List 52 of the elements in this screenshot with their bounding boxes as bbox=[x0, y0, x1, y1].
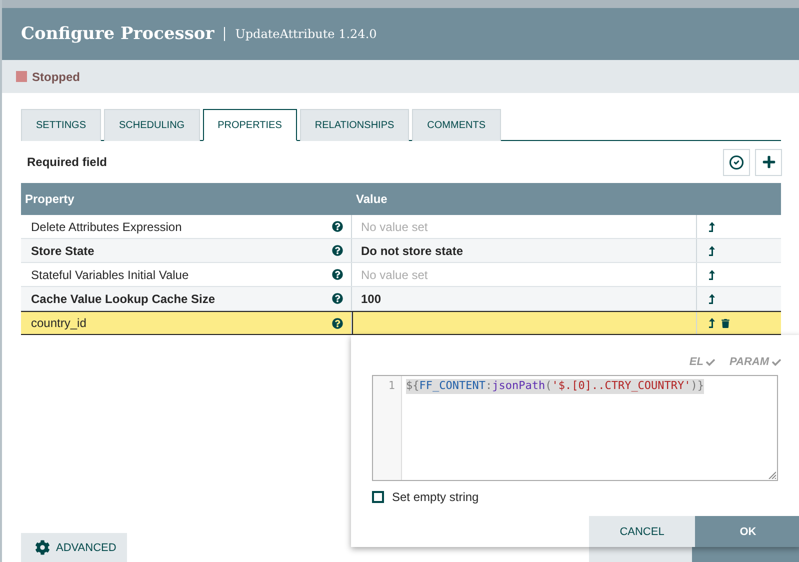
column-header: Value bbox=[355, 192, 388, 206]
help-icon[interactable] bbox=[332, 221, 343, 232]
arrow-icon[interactable] bbox=[709, 318, 715, 328]
verify-button[interactable] bbox=[723, 148, 750, 176]
required-field-note: Required field bbox=[26, 155, 108, 169]
property-name: Stateful Variables Initial Value bbox=[31, 268, 189, 282]
tab[interactable]: RELATIONSHIPS bbox=[300, 109, 410, 141]
tab[interactable]: COMMENTS bbox=[412, 109, 500, 141]
property-name: Cache Value Lookup Cache Size bbox=[31, 292, 216, 306]
dialog-title: Configure Processor bbox=[21, 24, 214, 44]
property-name: Store State bbox=[31, 244, 94, 258]
value-placeholder: No value set bbox=[361, 268, 428, 282]
flag-label: PARAM bbox=[729, 349, 781, 375]
tab[interactable]: SCHEDULING bbox=[104, 109, 200, 141]
arrow-icon[interactable] bbox=[709, 294, 715, 304]
help-icon[interactable] bbox=[332, 293, 343, 304]
property-value: 100 bbox=[361, 292, 382, 306]
tab[interactable]: PROPERTIES bbox=[202, 109, 297, 141]
advanced-button[interactable]: ADVANCED bbox=[21, 533, 127, 562]
check-icon bbox=[706, 358, 716, 366]
property-row[interactable]: country_id bbox=[21, 311, 781, 335]
arrow-icon[interactable] bbox=[709, 222, 715, 232]
help-icon[interactable] bbox=[332, 318, 343, 328]
cancel-button[interactable]: CANCEL bbox=[589, 516, 695, 547]
property-row[interactable]: Cache Value Lookup Cache Size 100 bbox=[21, 287, 781, 311]
check-circle-icon bbox=[729, 154, 744, 170]
property-value: Do not store state bbox=[361, 244, 464, 258]
property-name: country_id bbox=[31, 316, 86, 330]
resize-grip-icon[interactable] bbox=[768, 471, 776, 479]
status-label: Stopped bbox=[32, 70, 80, 84]
help-icon[interactable] bbox=[332, 245, 343, 256]
plus-icon bbox=[762, 155, 776, 169]
property-row[interactable]: Stateful Variables Initial Value No value set bbox=[21, 263, 781, 287]
flag-label: EL bbox=[689, 349, 716, 375]
arrow-icon[interactable] bbox=[709, 270, 715, 280]
line-number: 1 bbox=[388, 379, 395, 393]
property-row[interactable]: Delete Attributes Expression No value set bbox=[21, 215, 781, 239]
value-placeholder: No value set bbox=[361, 220, 428, 234]
checkbox[interactable] bbox=[372, 491, 384, 503]
column-header: Property bbox=[24, 192, 76, 206]
tab[interactable]: SETTINGS bbox=[21, 109, 102, 141]
code-editor[interactable]: 1 ${FF_CONTENT:jsonPath('$.[0]..CTRY_COUNTRY')} bbox=[372, 375, 778, 481]
help-icon[interactable] bbox=[332, 269, 343, 280]
delete-icon[interactable] bbox=[721, 318, 730, 328]
property-row[interactable]: Store State Do not store state bbox=[21, 239, 781, 263]
arrow-icon[interactable] bbox=[709, 246, 715, 256]
add-property-button[interactable] bbox=[755, 148, 782, 176]
processor-type: UpdateAttribute 1.24.0 bbox=[224, 27, 377, 41]
check-icon bbox=[772, 358, 781, 366]
property-name: Delete Attributes Expression bbox=[31, 220, 182, 234]
gear-icon bbox=[35, 540, 50, 555]
checkbox-label: Set empty string bbox=[392, 490, 479, 504]
